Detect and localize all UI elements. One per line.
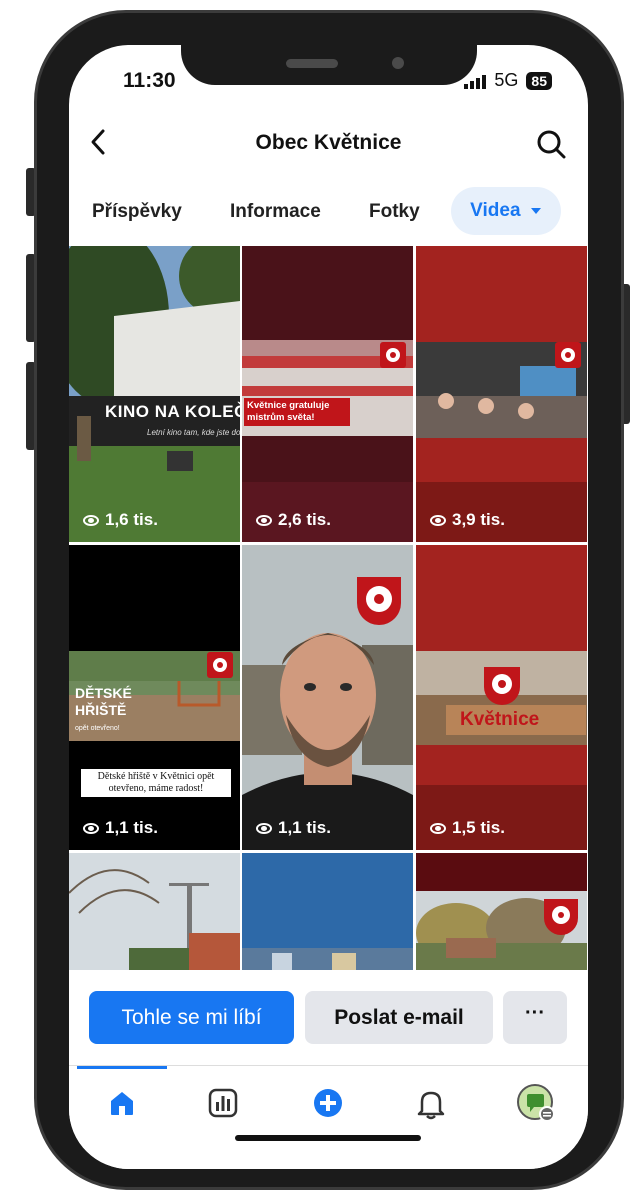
video-tile[interactable]	[242, 853, 413, 970]
battery-icon: 85	[526, 71, 552, 90]
video-tile[interactable]: DĚTSKÉ HŘIŠTĚ opět otevřeno! Dětské hřiš…	[69, 545, 240, 850]
page-header: Obec Květnice	[69, 125, 588, 165]
video-overlay-title: KINO NA KOLEČ	[105, 402, 240, 421]
crest-logo	[380, 342, 406, 368]
view-count-label: 1,1 tis.	[278, 818, 331, 837]
video-tile[interactable]: Květnice 1,5 tis.	[416, 545, 587, 850]
tab-videos[interactable]: Videa	[451, 187, 561, 235]
view-count-label: 2,6 tis.	[278, 510, 331, 529]
more-options-button[interactable]: ···	[503, 991, 567, 1044]
crest-logo	[544, 899, 578, 935]
view-count: 2,6 tis.	[256, 510, 331, 530]
video-tile[interactable]: KINO NA KOLEČ Letní kino tam, kde jste d…	[69, 246, 240, 542]
tab-videos-label: Videa	[470, 200, 521, 221]
view-count-label: 1,5 tis.	[452, 818, 505, 837]
phone-screen: 11:30 5G 85 Obec Květnice Příspěvky Info…	[69, 45, 588, 1169]
video-thumbnail	[242, 853, 413, 970]
video-overlay-caption: Květnice gratuluje mistrům světa!	[244, 398, 350, 426]
video-tile[interactable]: 3,9 tis.	[416, 246, 587, 542]
video-tile[interactable]: Květnice gratuluje mistrům světa! 2,6 ti…	[242, 246, 413, 542]
view-count: 1,1 tis.	[256, 818, 331, 838]
profile-tabs: Příspěvky Informace Fotky Videa	[69, 187, 588, 237]
front-camera	[392, 57, 404, 69]
like-button[interactable]: Tohle se mi líbí	[89, 991, 294, 1044]
view-count: 1,1 tis.	[83, 818, 158, 838]
page-title: Obec Květnice	[255, 131, 402, 154]
crest-logo	[207, 652, 233, 678]
tab-posts[interactable]: Příspěvky	[92, 201, 182, 223]
video-tile[interactable]	[416, 853, 587, 970]
home-icon[interactable]	[107, 1088, 137, 1123]
tab-photos[interactable]: Fotky	[369, 201, 420, 223]
crest-logo	[484, 667, 520, 705]
video-tile[interactable]: 1,1 tis.	[242, 545, 413, 850]
bottom-navigation	[69, 1065, 588, 1169]
eye-icon	[430, 514, 446, 526]
profile-icon[interactable]	[517, 1084, 555, 1127]
notifications-icon[interactable]	[416, 1088, 446, 1125]
tab-about[interactable]: Informace	[230, 201, 321, 223]
dashboard-icon[interactable]	[208, 1088, 238, 1123]
eye-icon	[256, 514, 272, 526]
video-tile[interactable]	[69, 853, 240, 970]
send-email-button[interactable]: Poslat e-mail	[305, 991, 493, 1044]
video-overlay-title: DĚTSKÉ HŘIŠTĚ	[75, 685, 132, 718]
signal-icon	[464, 73, 487, 89]
video-grid: KINO NA KOLEČ Letní kino tam, kde jste d…	[69, 246, 588, 970]
home-indicator	[235, 1135, 421, 1141]
crest-logo	[357, 577, 401, 625]
view-count: 1,5 tis.	[430, 818, 505, 838]
view-count-label: 1,6 tis.	[105, 510, 158, 529]
view-count: 3,9 tis.	[430, 510, 505, 530]
dropdown-caret-icon	[530, 207, 541, 214]
action-bar: Tohle se mi líbí Poslat e-mail ···	[69, 970, 588, 1062]
search-icon[interactable]	[536, 129, 566, 164]
network-label: 5G	[494, 70, 519, 90]
status-time: 11:30	[123, 69, 176, 92]
video-overlay-subtitle: opět otevřeno!	[75, 725, 120, 732]
video-thumbnail	[69, 246, 240, 542]
speaker-grille	[286, 59, 338, 68]
active-tab-indicator	[77, 1066, 167, 1069]
eye-icon	[256, 822, 272, 834]
video-overlay-subtitle: Letní kino tam, kde jste doma	[147, 428, 240, 437]
eye-icon	[430, 822, 446, 834]
view-count-label: 1,1 tis.	[105, 818, 158, 837]
video-thumbnail	[416, 246, 587, 542]
battery-level: 85	[531, 72, 547, 89]
status-indicators: 5G 85	[464, 70, 552, 91]
crest-logo	[555, 342, 581, 368]
view-count: 1,6 tis.	[83, 510, 158, 530]
view-count-label: 3,9 tis.	[452, 510, 505, 529]
video-caption: Dětské hřiště v Květnici opět otevřeno, …	[81, 769, 231, 797]
eye-icon	[83, 822, 99, 834]
video-thumbnail	[242, 246, 413, 542]
notch	[181, 45, 477, 85]
eye-icon	[83, 514, 99, 526]
video-thumbnail	[69, 853, 240, 970]
create-icon[interactable]	[313, 1088, 343, 1123]
video-overlay-title: Květnice	[460, 709, 540, 730]
